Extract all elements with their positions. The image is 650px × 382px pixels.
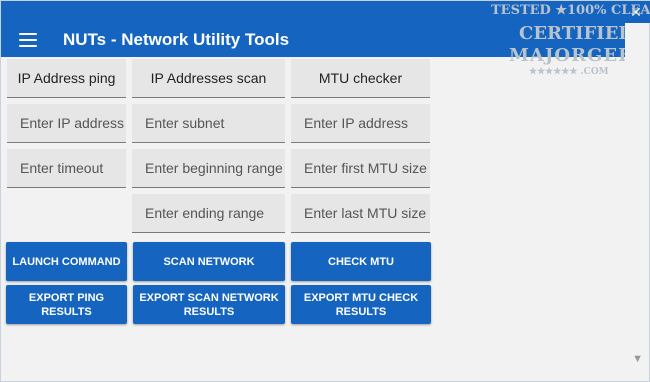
ping-ip-input[interactable]: Enter IP address xyxy=(7,104,126,143)
mtu-last-size-input[interactable]: Enter last MTU size xyxy=(291,194,430,233)
app-window: ✕ NUTs - Network Utility Tools TESTED ★1… xyxy=(0,0,650,382)
watermark-line2: CERTIFIED xyxy=(519,23,635,44)
scan-begin-range-input[interactable]: Enter beginning range xyxy=(132,149,285,188)
vertical-scrollbar[interactable]: ▼ xyxy=(625,23,649,381)
ping-header: IP Address ping xyxy=(7,59,126,98)
scan-subnet-input[interactable]: Enter subnet xyxy=(132,104,285,143)
mtu-first-size-input[interactable]: Enter first MTU size xyxy=(291,149,430,188)
export-ping-results-button[interactable]: EXPORT PING RESULTS xyxy=(6,285,127,324)
hamburger-menu-icon[interactable] xyxy=(19,33,37,47)
ping-timeout-input[interactable]: Enter timeout xyxy=(7,149,126,188)
check-mtu-button[interactable]: CHECK MTU xyxy=(291,242,431,281)
export-mtu-check-results-button[interactable]: EXPORT MTU CHECK RESULTS xyxy=(291,285,431,324)
tools-grid: IP Address ping Enter IP address Enter t… xyxy=(1,57,627,381)
scan-header: IP Addresses scan xyxy=(132,59,285,98)
app-title: NUTs - Network Utility Tools xyxy=(63,30,290,49)
launch-command-button[interactable]: LAUNCH COMMAND xyxy=(6,242,127,281)
scan-end-range-input[interactable]: Enter ending range xyxy=(132,194,285,233)
watermark-line1: TESTED ★100% CLEAN xyxy=(491,3,650,18)
mtu-header: MTU checker xyxy=(291,59,430,98)
scan-network-button[interactable]: SCAN NETWORK xyxy=(133,242,285,281)
export-scan-network-results-button[interactable]: EXPORT SCAN NETWORK RESULTS xyxy=(133,285,285,324)
scroll-down-arrow-icon[interactable]: ▼ xyxy=(632,353,643,365)
mtu-ip-input[interactable]: Enter IP address xyxy=(291,104,430,143)
